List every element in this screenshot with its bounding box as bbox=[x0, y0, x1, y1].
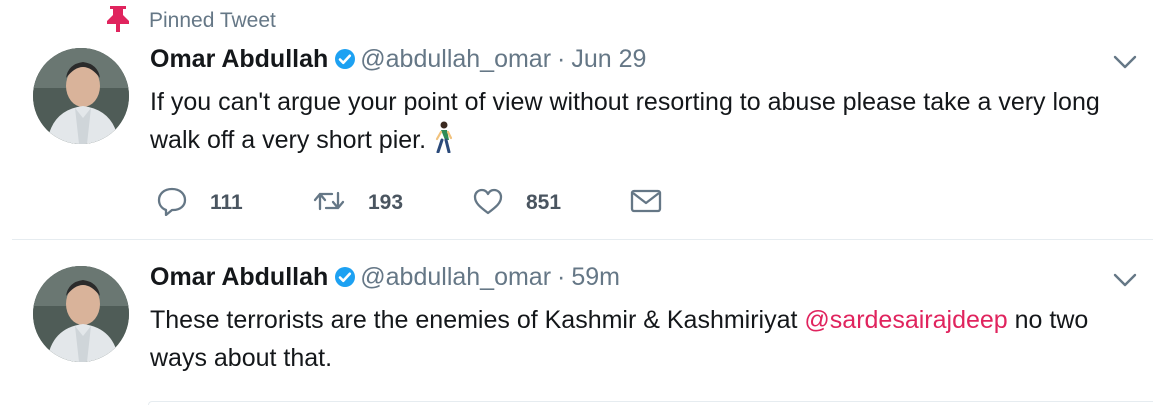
separator-dot: · bbox=[557, 45, 566, 73]
tweet-divider bbox=[12, 239, 1153, 240]
direct-message-button[interactable] bbox=[630, 185, 662, 221]
tweet-actions: 111 193 851 bbox=[150, 185, 750, 221]
avatar[interactable] bbox=[33, 266, 129, 362]
next-card-edge bbox=[148, 401, 1153, 405]
reply-button[interactable]: 111 bbox=[156, 185, 243, 221]
tweet-body-start: These terrorists are the enemies of Kash… bbox=[150, 306, 805, 334]
tweet-header: Omar Abdullah @abdullah_omar · Jun 29 bbox=[150, 42, 646, 79]
avatar[interactable] bbox=[33, 48, 129, 144]
reply-count: 111 bbox=[210, 191, 243, 214]
separator-dot: · bbox=[557, 263, 566, 291]
verified-badge-icon bbox=[334, 45, 356, 79]
tweet-timestamp[interactable]: Jun 29 bbox=[571, 45, 646, 73]
reply-icon bbox=[156, 186, 188, 221]
pinned-tweet-label-row: Pinned Tweet bbox=[0, 4, 600, 34]
pinned-tweet-text: Pinned Tweet bbox=[149, 9, 276, 32]
tweet[interactable]: Omar Abdullah @abdullah_omar · 59m These te… bbox=[0, 258, 1153, 405]
timeline: Pinned Tweet Omar Abdullah @abdullah_omar… bbox=[0, 0, 1153, 405]
author-handle[interactable]: @abdullah_omar bbox=[360, 45, 551, 73]
chevron-down-icon[interactable] bbox=[1113, 54, 1137, 70]
tweet-body: If you can't argue your point of view wi… bbox=[150, 88, 1100, 154]
author-handle[interactable]: @abdullah_omar bbox=[360, 263, 551, 291]
mention-link[interactable]: @sardesairajdeep bbox=[804, 306, 1007, 334]
like-count: 851 bbox=[526, 191, 562, 214]
author-name[interactable]: Omar Abdullah bbox=[150, 45, 328, 73]
person-walking-emoji bbox=[432, 121, 454, 164]
tweet-text: If you can't argue your point of view wi… bbox=[150, 83, 1145, 164]
retweet-button[interactable]: 193 bbox=[312, 185, 403, 221]
chevron-down-icon[interactable] bbox=[1113, 272, 1137, 288]
envelope-icon bbox=[630, 186, 662, 221]
retweet-count: 193 bbox=[368, 191, 404, 214]
tweet-timestamp[interactable]: 59m bbox=[571, 263, 620, 291]
verified-badge-icon bbox=[334, 263, 356, 297]
pin-icon bbox=[105, 4, 131, 32]
tweet-text: These terrorists are the enemies of Kash… bbox=[150, 301, 1145, 377]
heart-icon bbox=[472, 186, 504, 221]
tweet[interactable]: Omar Abdullah @abdullah_omar · Jun 29 If yo… bbox=[0, 40, 1153, 240]
retweet-icon bbox=[312, 186, 346, 221]
tweet-header: Omar Abdullah @abdullah_omar · 59m bbox=[150, 260, 620, 297]
author-name[interactable]: Omar Abdullah bbox=[150, 263, 328, 291]
like-button[interactable]: 851 bbox=[472, 185, 561, 221]
